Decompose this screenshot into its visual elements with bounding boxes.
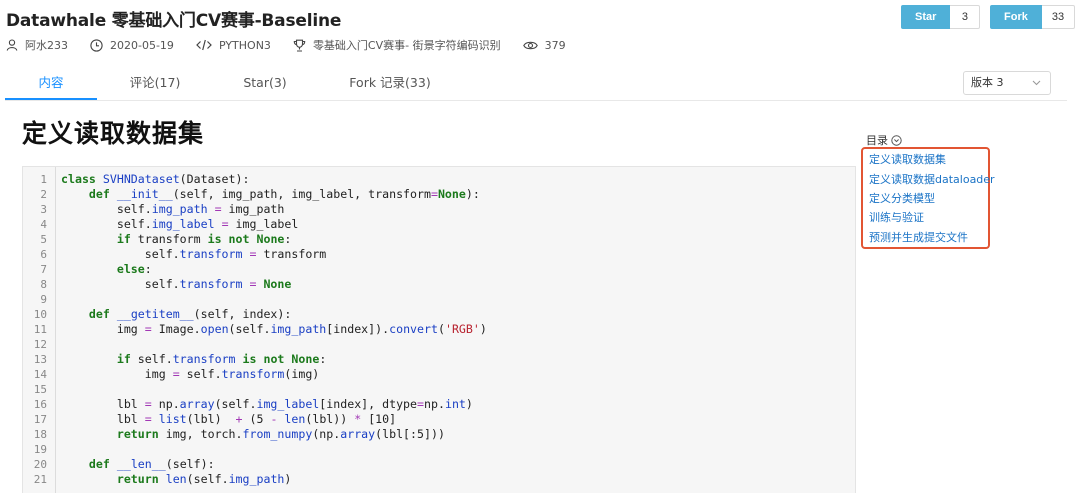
line-number: 15 — [33, 383, 47, 396]
line-number: 7 — [40, 263, 47, 276]
tab-content[interactable]: 内容 — [5, 70, 97, 100]
view-count: 379 — [544, 38, 566, 52]
code-line: self.transform = None — [61, 277, 292, 291]
code-line: lbl = list(lbl) + (5 - len(lbl)) * [10] — [61, 412, 397, 426]
chevron-down-icon — [1032, 80, 1041, 86]
line-number: 6 — [40, 248, 47, 261]
line-number: 1 — [40, 173, 47, 186]
line-number: 13 — [33, 353, 47, 366]
line-number: 5 — [40, 233, 47, 246]
code-line: img = Image.open(self.img_path[index]).c… — [61, 322, 487, 336]
line-number: 9 — [40, 293, 47, 306]
competition-link[interactable]: 零基础入门CV赛事- 街景字符编码识别 — [313, 37, 501, 53]
code-icon — [196, 39, 212, 51]
code-line: self.img_label = img_label — [61, 217, 299, 231]
user-icon — [6, 39, 18, 51]
code-line: self.transform = transform — [61, 247, 327, 261]
toc-list: 定义读取数据集 定义读取数据dataloader 定义分类模型 训练与验证 预测… — [861, 147, 995, 249]
line-number: 4 — [40, 218, 47, 231]
code-line: lbl = np.array(self.img_label[index], dt… — [61, 397, 473, 411]
page-header: Datawhale 零基础入门CV赛事-Baseline Star 3 Fork… — [0, 0, 1080, 60]
eye-icon — [522, 41, 538, 49]
meta-views: 379 — [522, 38, 566, 52]
meta-author[interactable]: 阿水233 — [6, 37, 68, 53]
code-line: img = self.transform(img) — [61, 367, 320, 381]
toc-item-predict-submit[interactable]: 预测并生成提交文件 — [869, 229, 968, 245]
trophy-icon — [293, 39, 306, 52]
meta-bar: 阿水233 2020-05-19 PYTHON3 零基础入门CV赛事- 街景字符… — [6, 37, 588, 53]
star-count[interactable]: 3 — [950, 5, 981, 29]
line-number: 19 — [33, 443, 47, 456]
meta-date: 2020-05-19 — [90, 39, 174, 52]
code-line: else: — [116, 262, 152, 276]
version-value: 版本 3 — [971, 76, 1004, 89]
code-line: return len(self.img_path) — [116, 472, 292, 486]
star-button[interactable]: Star — [901, 5, 951, 29]
toc-item-train-validate[interactable]: 训练与验证 — [869, 209, 924, 225]
section-heading: 定义读取数据集 — [22, 119, 205, 148]
fork-button-group[interactable]: Fork 33 — [990, 5, 1076, 29]
meta-language: PYTHON3 — [196, 39, 271, 52]
toc-title-label: 目录 — [866, 134, 888, 147]
code-block[interactable]: 1 2 3 4 5 6 7 8 9 10 11 12 13 14 15 16 1… — [22, 166, 856, 493]
line-number: 17 — [33, 413, 47, 426]
tab-fork-records[interactable]: Fork 记录(33) — [335, 70, 445, 100]
line-number: 18 — [33, 428, 47, 441]
code-line: self.img_path = img_path — [61, 202, 285, 216]
line-number: 2 — [40, 188, 47, 201]
line-number: 16 — [33, 398, 47, 411]
line-number: 10 — [33, 308, 47, 321]
meta-competition[interactable]: 零基础入门CV赛事- 街景字符编码识别 — [293, 37, 501, 53]
tab-comments[interactable]: 评论(17) — [115, 70, 195, 100]
toc-title[interactable]: 目录 — [866, 132, 902, 148]
line-number: 3 — [40, 203, 47, 216]
project-title: Datawhale 零基础入门CV赛事-Baseline — [6, 11, 342, 31]
author-name[interactable]: 阿水233 — [25, 37, 68, 53]
code-line: def __getitem__(self, index): — [88, 307, 292, 321]
version-select[interactable]: 版本 3 — [963, 71, 1051, 95]
toc-item-dataloader[interactable]: 定义读取数据dataloader — [869, 171, 995, 187]
code-line: if transform is not None: — [116, 232, 292, 246]
fork-count[interactable]: 33 — [1041, 5, 1076, 29]
code-line: return img, torch.from_numpy(np.array(lb… — [116, 427, 445, 441]
line-number: 8 — [40, 278, 47, 291]
star-button-group[interactable]: Star 3 — [901, 5, 981, 29]
content-tabs: 内容 评论(17) Star(3) Fork 记录(33) 版本 3 — [5, 70, 1067, 101]
line-number: 21 — [33, 473, 47, 486]
publish-date: 2020-05-19 — [110, 38, 174, 52]
tab-stars[interactable]: Star(3) — [225, 70, 305, 100]
fork-button[interactable]: Fork — [990, 5, 1042, 29]
line-number: 20 — [33, 458, 47, 471]
line-number: 14 — [33, 368, 47, 381]
language-label: PYTHON3 — [218, 38, 271, 52]
code-line: def __init__(self, img_path, img_label, … — [88, 187, 480, 201]
line-number: 11 — [33, 323, 47, 336]
line-number: 12 — [33, 338, 47, 351]
code-line: def __len__(self): — [88, 457, 215, 471]
clock-icon — [90, 38, 103, 52]
code-line: class SVHNDataset(Dataset): — [61, 172, 250, 186]
toc-item-dataset[interactable]: 定义读取数据集 — [869, 151, 946, 167]
line-number-gutter: 1 2 3 4 5 6 7 8 9 10 11 12 13 14 15 16 1… — [23, 167, 56, 493]
circle-chevron-icon[interactable] — [891, 134, 902, 146]
toc-item-model[interactable]: 定义分类模型 — [869, 190, 935, 206]
code-line: if self.transform is not None: — [116, 352, 327, 366]
